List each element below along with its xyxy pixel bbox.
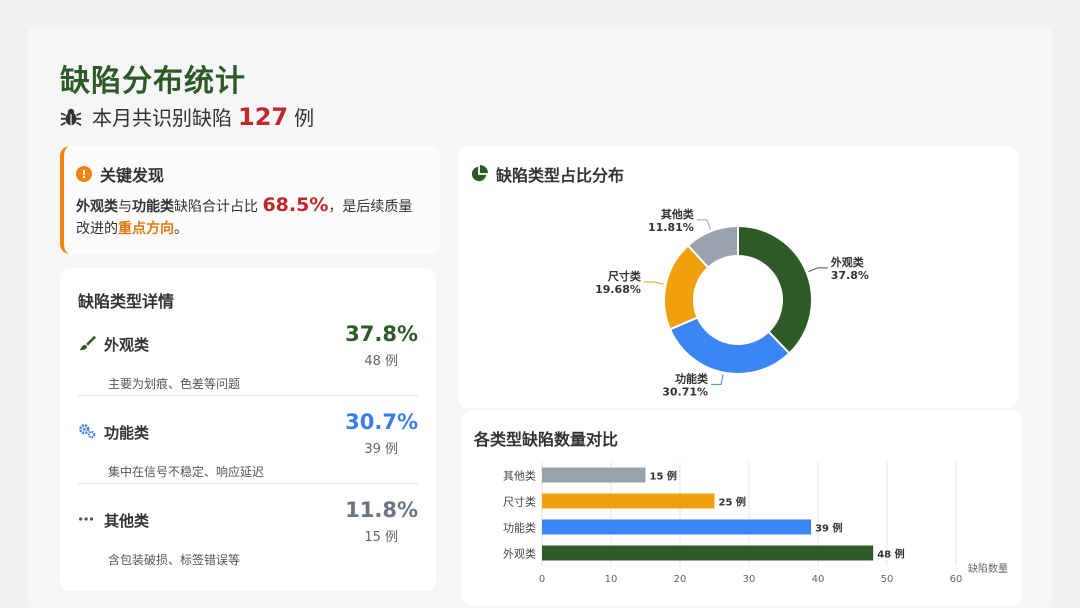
detail-description: 集中在信号不稳定、响应延迟 (108, 465, 265, 479)
bar-rect (542, 519, 812, 535)
detail-name: 其他类 (104, 512, 150, 530)
donut-value-label: 37.8% (831, 269, 869, 282)
finding-focus: 重点方向 (118, 221, 174, 237)
subtitle-suffix: 例 (294, 106, 315, 130)
donut-label: 尺寸类 (608, 269, 642, 283)
bar-category-label: 其他类 (503, 469, 536, 483)
bar-value-label: 15 例 (650, 470, 677, 483)
detail-count: 39 例 (364, 442, 398, 457)
donut-label: 功能类 (675, 371, 709, 385)
detail-name: 功能类 (104, 424, 150, 442)
page-subtitle: 本月共识别缺陷 127 例 (60, 102, 314, 131)
bar-chart-card: 各类型缺陷数量对比 0 10 20 30 40 50 60 缺陷数量 其他类 15 例尺寸类 25 … (462, 410, 1022, 606)
donut-leader-line (808, 267, 828, 273)
page-title: 缺陷分布统计 (60, 64, 246, 99)
total-count: 127 (238, 102, 289, 131)
ellipsis-icon (79, 517, 94, 521)
bar-x-tick: 40 (812, 574, 825, 585)
bar-category-label: 外观类 (503, 547, 536, 561)
bar-rect (542, 493, 715, 509)
finding-heading-text: 关键发现 (100, 166, 165, 185)
defect-detail-card: 缺陷类型详情 外观类 37.8% 48 例 主要为划痕、色差等问题 功能类 30… (60, 268, 436, 591)
detail-count: 15 例 (364, 530, 398, 545)
bar-x-tick: 0 (539, 574, 545, 585)
bar-value-label: 25 例 (719, 496, 746, 509)
finding-heading: ! 关键发现 (76, 162, 164, 186)
detail-description: 含包装破损、标签错误等 (108, 553, 241, 567)
detail-title: 缺陷类型详情 (78, 292, 175, 311)
donut-slice (668, 316, 791, 375)
detail-percentage: 11.8% (345, 498, 418, 522)
detail-row-appearance: 外观类 37.8% 48 例 主要为划痕、色差等问题 (78, 320, 418, 400)
donut-label: 外观类 (830, 255, 865, 269)
bar-value-label: 48 例 (877, 548, 904, 561)
brush-icon (79, 335, 96, 351)
bar-x-tick: 50 (881, 574, 894, 585)
donut-value-label: 30.71% (662, 385, 708, 398)
donut-leader-line (696, 219, 711, 230)
divider (78, 483, 418, 484)
finding-text: 外观类与功能类缺陷合计占比 68.5%，是后续质量改进的重点方向。 (76, 194, 421, 240)
donut-value-label: 19.68% (595, 283, 641, 296)
finding-percentage: 68.5% (262, 194, 329, 216)
finding-cat2: 功能类 (132, 199, 174, 215)
divider (78, 395, 418, 396)
bar-x-axis-label: 缺陷数量 (968, 562, 1008, 575)
bar-category-label: 功能类 (503, 521, 536, 535)
bar-x-tick: 10 (605, 574, 618, 585)
bar-category-label: 尺寸类 (503, 495, 536, 509)
pie-chart-card: 缺陷类型占比分布 外观类 37.8% 功能类 30.71% 尺寸类 19.68% 其他类 11… (458, 146, 1018, 408)
bug-icon (60, 108, 82, 126)
detail-row-function: 功能类 30.7% 39 例 集中在信号不稳定、响应延迟 (78, 408, 418, 488)
detail-percentage: 30.7% (345, 410, 418, 434)
detail-row-other: 其他类 11.8% 15 例 含包装破损、标签错误等 (78, 496, 418, 576)
bar-rect (542, 467, 646, 483)
donut-label: 其他类 (661, 207, 695, 221)
key-finding-card: ! 关键发现 外观类与功能类缺陷合计占比 68.5%，是后续质量改进的重点方向。 (60, 146, 440, 254)
donut-leader-line (643, 281, 664, 285)
detail-name: 外观类 (104, 336, 150, 354)
warning-icon: ! (76, 166, 92, 182)
detail-count: 48 例 (364, 354, 398, 369)
donut-slice (737, 224, 813, 355)
donut-leader-line (711, 374, 724, 385)
finding-text1: 缺陷合计占比 (174, 199, 258, 215)
bar-value-label: 39 例 (815, 522, 842, 535)
bar-chart: 0 10 20 30 40 50 60 缺陷数量 其他类 15 例尺寸类 25 例功能类 39 例外观… (503, 462, 1008, 585)
finding-cat1: 外观类 (76, 199, 118, 215)
bar-x-tick: 30 (743, 574, 756, 585)
finding-end: 。 (174, 221, 188, 237)
bar-x-tick: 60 (950, 574, 963, 585)
bar-x-tick: 20 (674, 574, 687, 585)
donut-value-label: 11.81% (648, 221, 694, 234)
donut-chart: 外观类37.8% 功能类30.71% 尺寸类19.68% 其他类11.81% (595, 207, 869, 398)
detail-description: 主要为划痕、色差等问题 (108, 377, 241, 391)
gears-icon (79, 424, 96, 439)
bar-rect (542, 545, 874, 561)
detail-percentage: 37.8% (345, 322, 418, 346)
finding-conj: 与 (118, 199, 132, 215)
subtitle-prefix: 本月共识别缺陷 (92, 106, 232, 130)
